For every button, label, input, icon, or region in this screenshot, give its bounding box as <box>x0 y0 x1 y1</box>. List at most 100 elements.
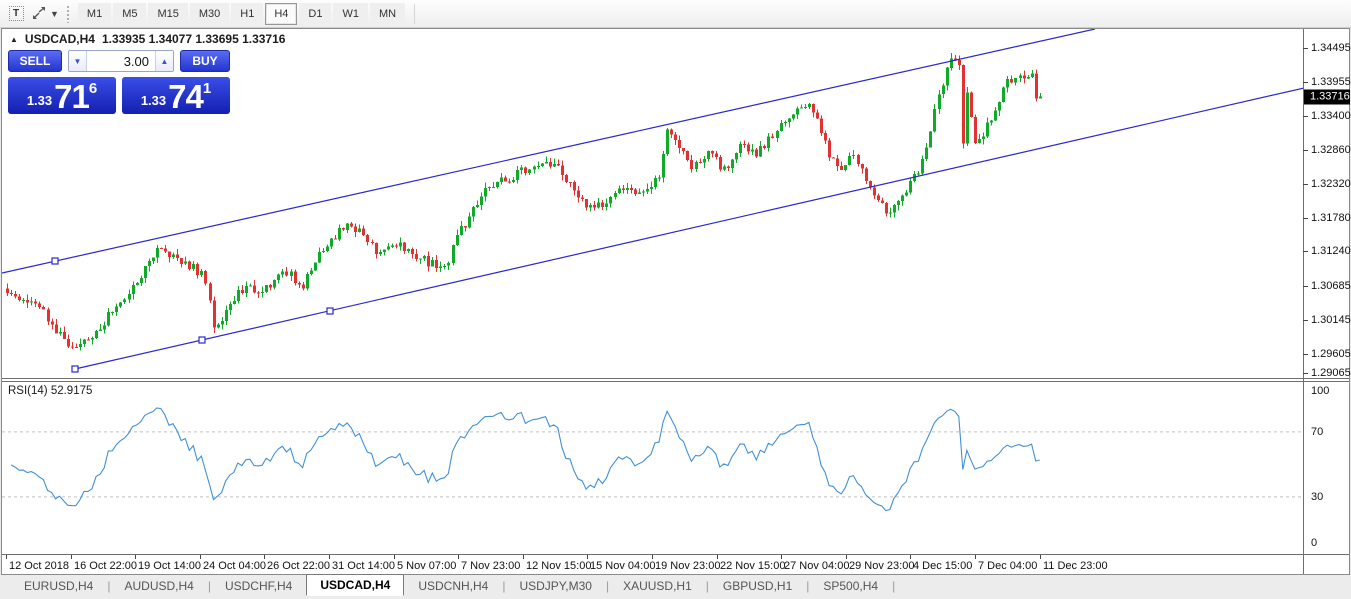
candle <box>541 164 544 166</box>
candle <box>909 181 912 193</box>
time-tick-mark <box>975 555 976 559</box>
candle <box>67 339 70 347</box>
timeframe-button-m1[interactable]: M1 <box>78 3 111 25</box>
candle <box>836 158 839 166</box>
candle <box>994 111 997 121</box>
rsi-chart[interactable] <box>2 382 1303 554</box>
candle <box>496 182 499 187</box>
candle <box>512 180 515 182</box>
chart-tab-audusd[interactable]: AUDUSD,H4 <box>110 575 207 596</box>
volume-input[interactable] <box>87 51 155 71</box>
candle <box>310 271 313 275</box>
candle <box>601 202 604 207</box>
time-axis[interactable]: 12 Oct 201816 Oct 22:0019 Oct 14:0024 Oc… <box>2 554 1349 574</box>
candle <box>452 245 455 263</box>
price-axis[interactable]: 1.344951.339551.334001.328601.323201.317… <box>1303 29 1349 574</box>
candle <box>225 310 228 321</box>
candle <box>192 264 195 269</box>
arrows-tool-button[interactable]: ▼ <box>30 3 60 25</box>
candle <box>970 93 973 118</box>
buy-button[interactable]: BUY <box>180 50 230 72</box>
candle <box>549 162 552 166</box>
timeframe-button-d1[interactable]: D1 <box>299 3 331 25</box>
price-tick-mark <box>1303 82 1308 83</box>
chart-tab-usdcad[interactable]: USDCAD,H4 <box>306 574 404 596</box>
channel-anchor-handle[interactable] <box>199 337 205 343</box>
time-tick-label: 11 Dec 23:00 <box>1043 560 1108 572</box>
volume-decrease-button[interactable]: ▼ <box>69 51 87 71</box>
timeframe-button-mn[interactable]: MN <box>370 3 405 25</box>
time-tick-label: 4 Dec 15:00 <box>913 560 972 572</box>
volume-increase-button[interactable]: ▲ <box>155 51 173 71</box>
candle <box>71 347 74 348</box>
timeframe-button-m15[interactable]: M15 <box>148 3 187 25</box>
candle <box>751 149 754 151</box>
buy-price-box[interactable]: 1.33 74 1 <box>122 77 230 114</box>
candle <box>917 174 920 175</box>
price-tick-mark <box>1303 48 1308 49</box>
candle <box>686 151 689 160</box>
channel-anchor-handle[interactable] <box>327 308 333 314</box>
candle <box>622 189 625 191</box>
chart-tab-sp500[interactable]: SP500,H4 <box>809 575 892 596</box>
timeframe-button-m30[interactable]: M30 <box>190 3 229 25</box>
chart-tab-gbpusd[interactable]: GBPUSD,H1 <box>709 575 806 596</box>
panel-splitter[interactable] <box>2 378 1349 382</box>
toolbar-grip[interactable] <box>66 5 71 23</box>
candle <box>533 167 536 170</box>
chart-tab-usdjpy[interactable]: USDJPY,M30 <box>505 575 605 596</box>
time-tick-mark <box>200 555 201 559</box>
candle <box>123 299 126 302</box>
candle <box>265 285 268 292</box>
candle <box>881 200 884 203</box>
candle <box>642 191 645 192</box>
candle <box>99 330 102 331</box>
candle <box>221 321 224 324</box>
candle <box>808 104 811 107</box>
timeframe-button-h4[interactable]: H4 <box>265 3 297 25</box>
candle <box>674 135 677 140</box>
collapse-icon[interactable]: ▲ <box>10 35 18 44</box>
channel-anchor-handle[interactable] <box>52 258 58 264</box>
time-tick-mark <box>135 555 136 559</box>
candle <box>796 108 799 114</box>
symbol-label: USDCAD,H4 <box>25 32 95 46</box>
chart-tab-usdchf[interactable]: USDCHF,H4 <box>211 575 306 596</box>
candle <box>986 122 989 136</box>
candle <box>950 58 953 67</box>
candle <box>277 274 280 280</box>
candle <box>504 178 507 182</box>
candle <box>294 272 297 283</box>
candle <box>387 247 390 250</box>
candle <box>6 288 9 293</box>
candle <box>285 271 288 275</box>
time-tick-label: 16 Oct 22:00 <box>74 560 137 572</box>
candle <box>933 109 936 132</box>
candle <box>184 261 187 263</box>
candle <box>136 283 139 285</box>
candle <box>42 307 45 310</box>
candle <box>423 256 426 259</box>
candle <box>47 309 50 321</box>
sell-button[interactable]: SELL <box>8 50 62 72</box>
channel-anchor-handle[interactable] <box>72 366 78 372</box>
candle <box>484 188 487 197</box>
timeframe-button-h1[interactable]: H1 <box>231 3 263 25</box>
candle <box>148 261 151 266</box>
timeframe-button-m5[interactable]: M5 <box>113 3 146 25</box>
time-tick-label: 19 Nov 23:00 <box>655 560 720 572</box>
candle <box>897 201 900 205</box>
candle <box>245 286 248 293</box>
sell-price-box[interactable]: 1.33 71 6 <box>8 77 116 114</box>
candle <box>646 189 649 192</box>
text-tool-button[interactable]: T <box>4 3 28 25</box>
candle <box>180 258 183 264</box>
price-tick-mark <box>1303 251 1308 252</box>
chart-tab-xauusd[interactable]: XAUUSD,H1 <box>609 575 706 596</box>
chart-tab-eurusd[interactable]: EURUSD,H4 <box>10 575 107 596</box>
channel-lower-line[interactable] <box>75 88 1303 369</box>
chart-tab-usdcnh[interactable]: USDCNH,H4 <box>404 575 502 596</box>
candle <box>901 196 904 202</box>
timeframe-button-w1[interactable]: W1 <box>333 3 368 25</box>
candle <box>861 164 864 169</box>
